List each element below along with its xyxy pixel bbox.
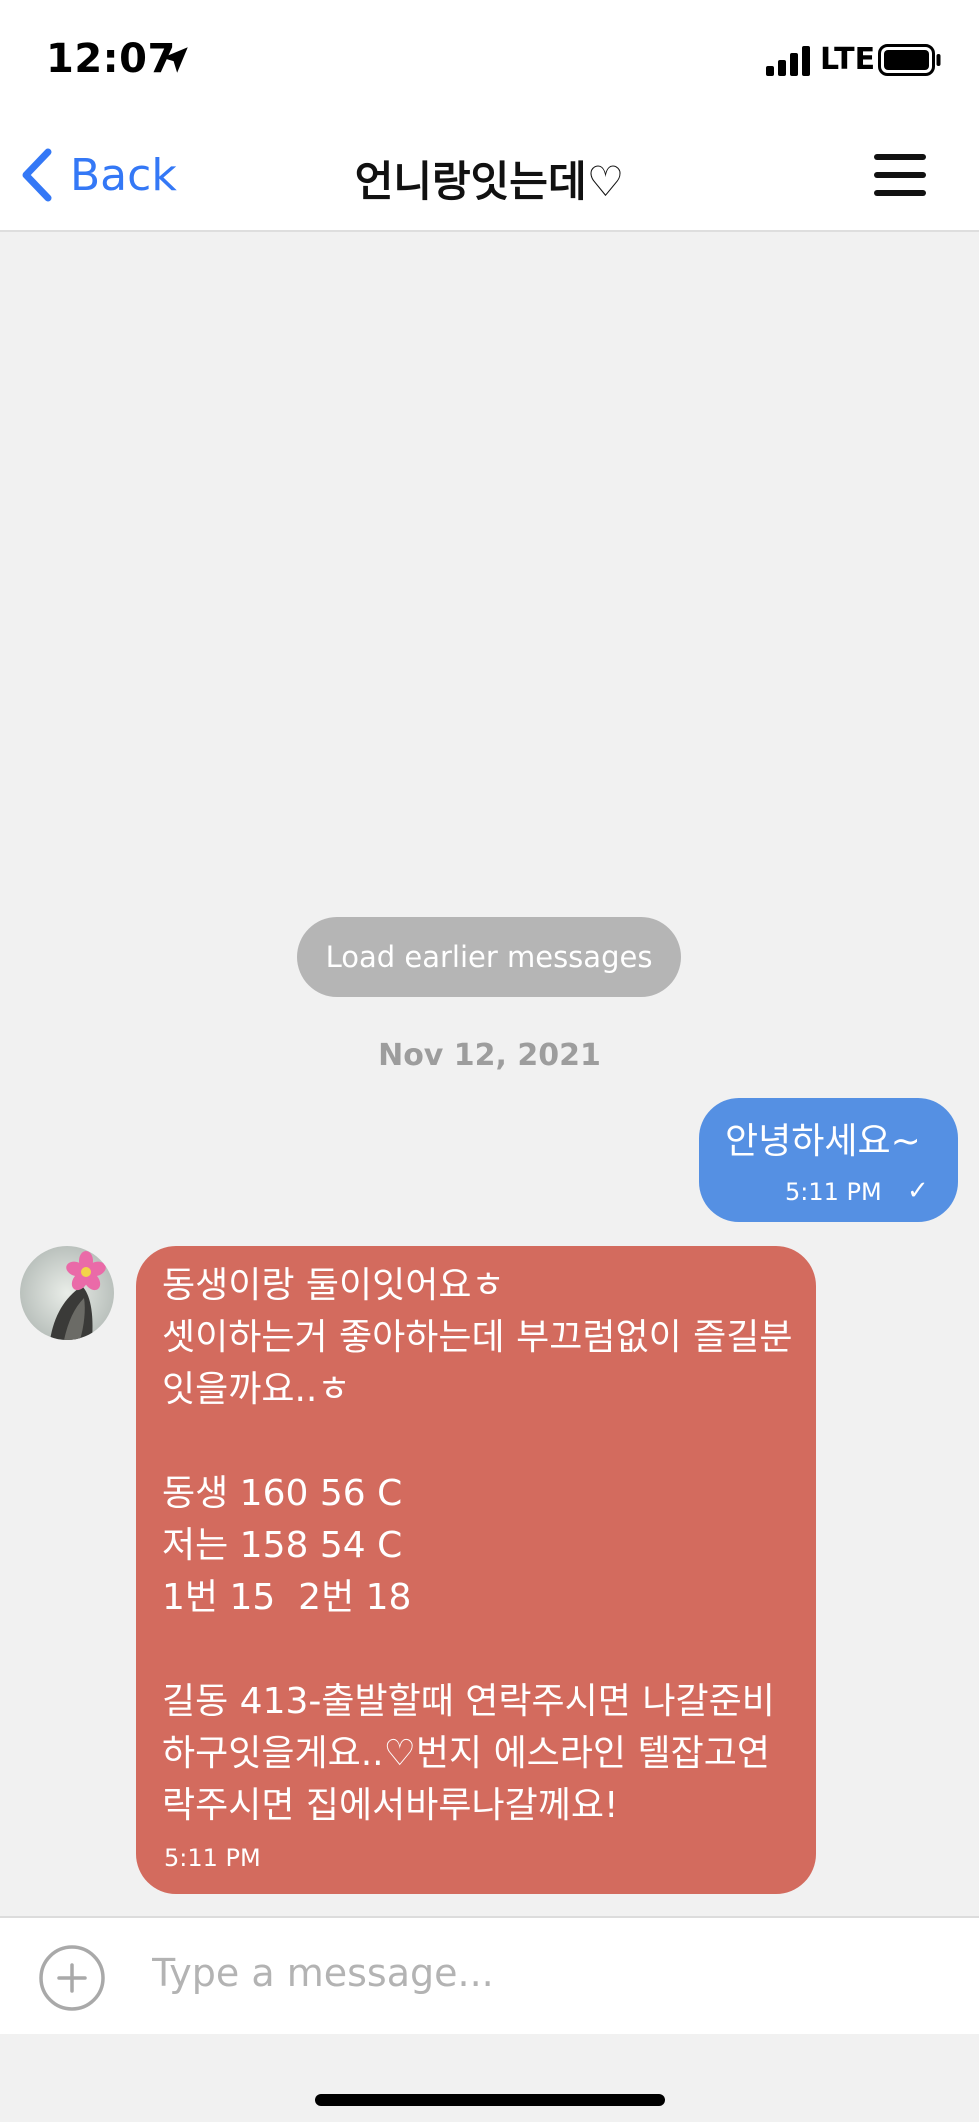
message-text: 안녕하세요~ [725, 1121, 921, 1162]
message-text: 동생이랑 둘이잇어요ㅎ 셋이하는거 좋아하는데 부끄럼없이 즐길분잇을까요..ㅎ… [162, 1265, 793, 1826]
message-list[interactable]: Load earlier messages Nov 12, 2021 안녕하세요… [0, 232, 979, 1916]
load-earlier-button[interactable]: Load earlier messages [297, 917, 681, 997]
navigation-bar: Back 언니랑잇는데♡ [0, 118, 979, 232]
chat-title: 언니랑잇는데♡ [354, 157, 625, 206]
location-arrow-icon [162, 47, 188, 73]
hamburger-menu-icon[interactable] [872, 152, 928, 198]
sent-checkmark-icon: ✓ [907, 1176, 929, 1206]
avatar-flower-image [20, 1246, 114, 1340]
message-time: 5:11 PM [164, 1844, 261, 1872]
home-indicator-area [0, 2034, 979, 2122]
status-time: 12:07 [46, 36, 176, 82]
message-composer [0, 1916, 979, 2036]
message-time: 5:11 PM [785, 1178, 882, 1206]
incoming-message-bubble[interactable]: 동생이랑 둘이잇어요ㅎ 셋이하는거 좋아하는데 부끄럼없이 즐길분잇을까요..ㅎ… [136, 1246, 816, 1894]
network-type: LTE [820, 42, 876, 77]
add-circle-icon[interactable] [38, 1944, 106, 2012]
avatar[interactable] [20, 1246, 114, 1340]
home-indicator[interactable] [315, 2094, 665, 2106]
date-separator: Nov 12, 2021 [378, 1038, 601, 1073]
battery-icon [878, 44, 941, 76]
signal-bars-icon [766, 46, 810, 76]
outgoing-message-bubble[interactable]: 안녕하세요~ 5:11 PM ✓ [699, 1098, 958, 1222]
message-input[interactable] [150, 1932, 934, 2014]
status-bar: 12:07 LTE [0, 0, 979, 118]
